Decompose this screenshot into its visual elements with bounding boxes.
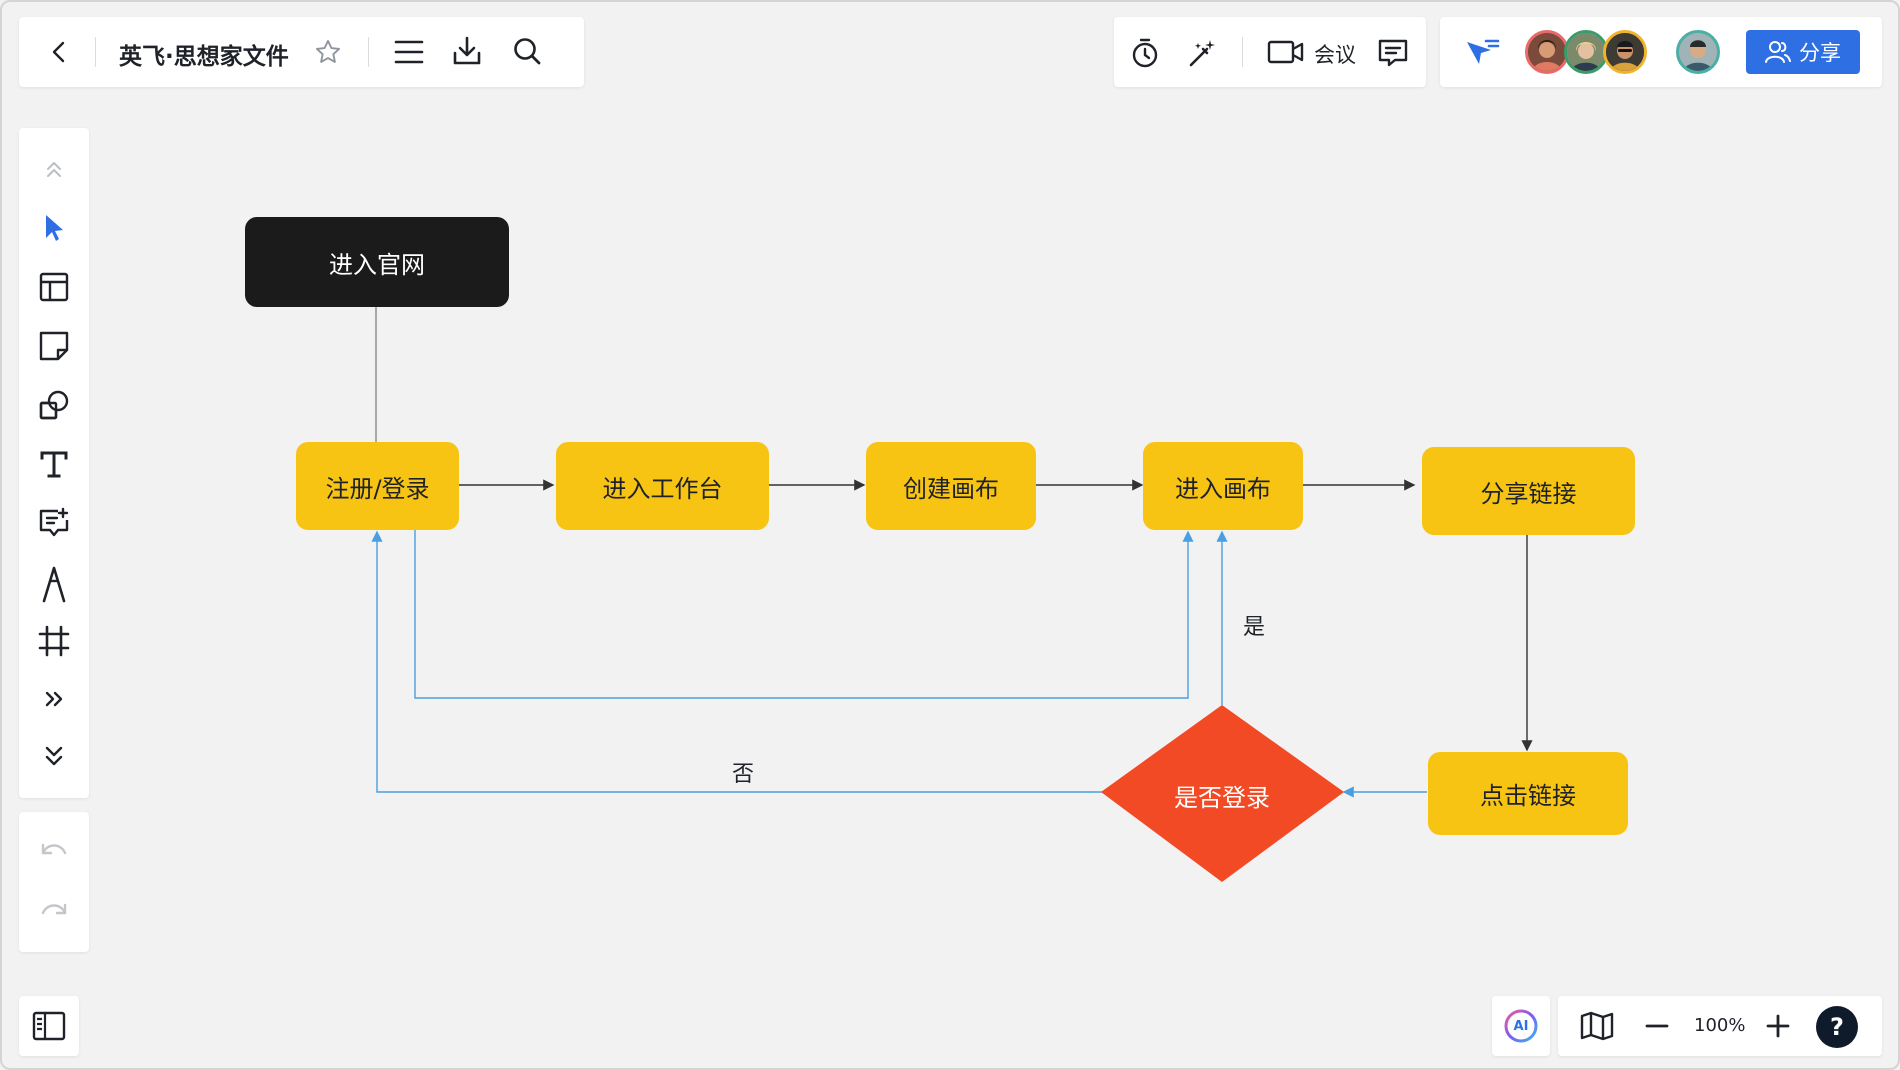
node-create-canvas[interactable]: 创建画布 bbox=[866, 442, 1036, 530]
node-start[interactable]: 进入官网 bbox=[245, 217, 509, 307]
edge-register-entercanvas bbox=[414, 529, 1194, 699]
edge-label-yes: 是 bbox=[1243, 615, 1266, 640]
node-share-link[interactable]: 分享链接 bbox=[1422, 447, 1635, 535]
flowchart-connectors bbox=[371, 307, 1533, 882]
app-frame: 英飞·思想家文件 会议 分享 AI 100% ? 进入官网 注册/登录 进入工作… bbox=[0, 0, 1900, 1070]
edge-label-no: 否 bbox=[732, 762, 755, 787]
node-register[interactable]: 注册/登录 bbox=[296, 442, 459, 530]
node-decision-label[interactable]: 是否登录 bbox=[1152, 778, 1292, 813]
node-enter-canvas[interactable]: 进入画布 bbox=[1143, 442, 1303, 530]
edge-decision-no bbox=[371, 530, 1104, 793]
node-workspace[interactable]: 进入工作台 bbox=[556, 442, 769, 530]
node-click-link[interactable]: 点击链接 bbox=[1428, 752, 1628, 835]
